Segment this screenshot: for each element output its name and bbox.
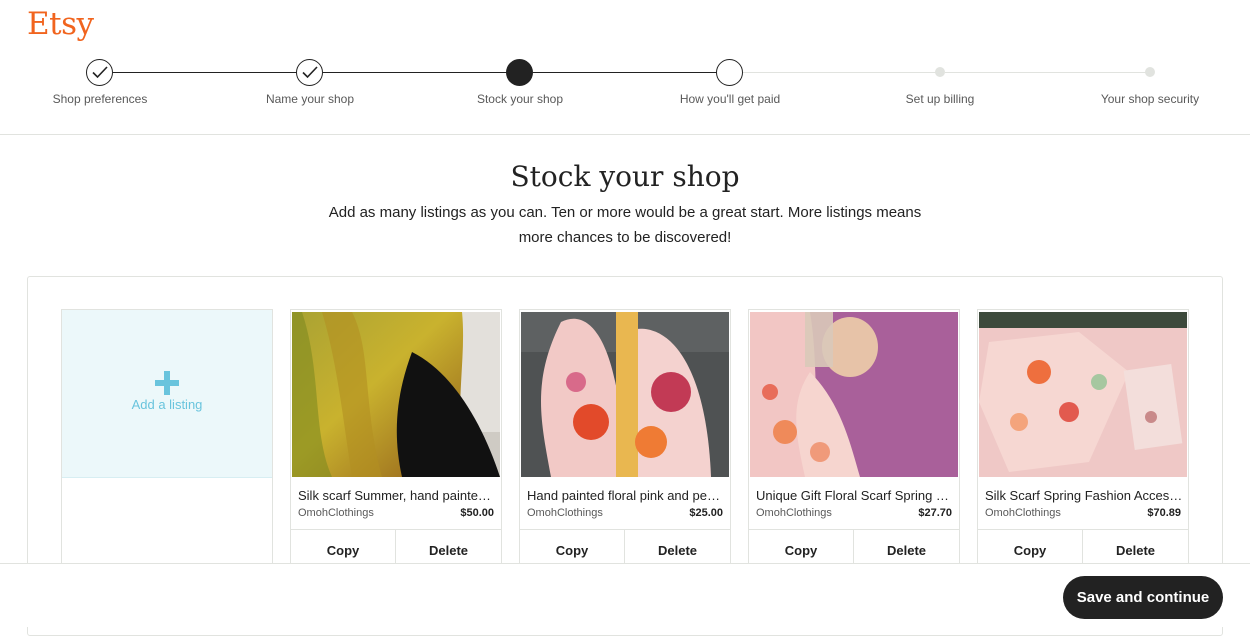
save-and-continue-button[interactable]: Save and continue: [1063, 576, 1223, 619]
listing-title[interactable]: Silk scarf Summer, hand painted silk sca…: [298, 488, 496, 503]
listing-shop-name: OmohClothings: [527, 507, 603, 519]
listing-shop-name: OmohClothings: [756, 507, 832, 519]
progress-line: [323, 72, 507, 73]
listing-title[interactable]: Hand painted floral pink and peach silk …: [527, 488, 725, 503]
step-next-dot: [716, 59, 743, 86]
step-label-name-your-shop: Name your shop: [265, 92, 355, 106]
footer-bar: Save and continue: [0, 563, 1250, 627]
step-upcoming-dot: [935, 67, 945, 77]
page-title: Stock your shop: [510, 160, 740, 193]
listing-title[interactable]: Silk Scarf Spring Fashion Accessory pink…: [985, 488, 1183, 503]
listing-image[interactable]: [979, 312, 1187, 477]
progress-line: [113, 72, 297, 73]
progress-stepper: Shop preferences Name your shop Stock yo…: [0, 58, 1250, 118]
listing-shop-name: OmohClothings: [985, 507, 1061, 519]
listing-price: $50.00: [460, 507, 494, 519]
top-bar: Etsy Shop preferences Name your shop Sto…: [0, 0, 1250, 135]
step-label-stock-your-shop: Stock your shop: [476, 92, 564, 106]
listing-title[interactable]: Unique Gift Floral Scarf Spring pastel s…: [756, 488, 954, 503]
listing-price: $70.89: [1147, 507, 1181, 519]
page-subtitle: Add as many listings as you can. Ten or …: [328, 204, 922, 246]
plus-icon: [155, 371, 179, 395]
listing-image[interactable]: [292, 312, 500, 477]
etsy-logo[interactable]: Etsy: [27, 6, 94, 42]
progress-line: [743, 72, 940, 73]
step-label-how-youll-get-paid: How you'll get paid: [679, 92, 781, 106]
step-label-shop-preferences: Shop preferences: [52, 92, 148, 106]
progress-line: [945, 72, 1150, 73]
step-complete-check-icon: [86, 59, 113, 86]
step-label-set-up-billing: Set up billing: [905, 92, 975, 106]
step-complete-check-icon: [296, 59, 323, 86]
add-listing-label: Add a listing: [131, 397, 203, 412]
add-listing-button[interactable]: Add a listing: [62, 310, 272, 478]
step-label-your-shop-security: Your shop security: [1100, 92, 1200, 106]
step-upcoming-dot: [1145, 67, 1155, 77]
listing-shop-name: OmohClothings: [298, 507, 374, 519]
listing-image[interactable]: [521, 312, 729, 477]
step-current-dot: [506, 59, 533, 86]
progress-line: [533, 72, 717, 73]
listing-image[interactable]: [750, 312, 958, 477]
listing-price: $27.70: [918, 507, 952, 519]
listing-price: $25.00: [689, 507, 723, 519]
